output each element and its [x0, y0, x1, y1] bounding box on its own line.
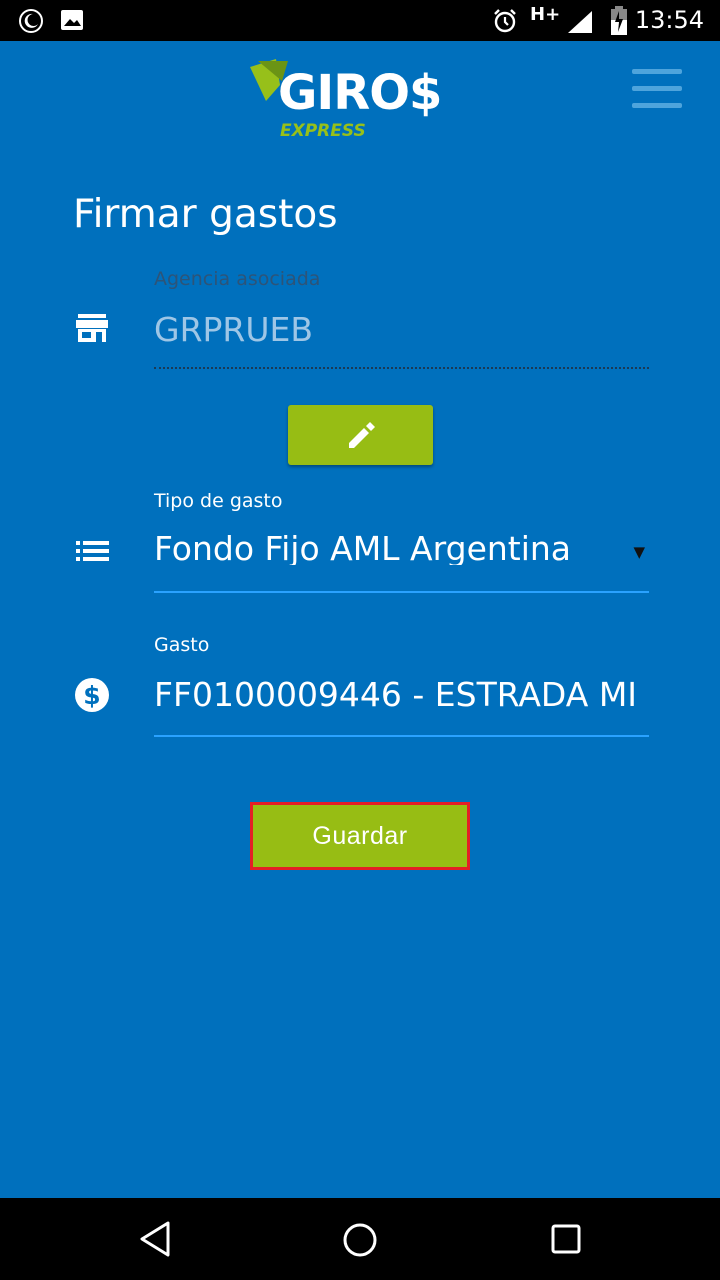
navigation-bar	[0, 1198, 720, 1280]
image-icon	[60, 9, 84, 35]
back-icon[interactable]	[138, 1220, 172, 1262]
agency-value: GRPRUEB	[154, 313, 313, 346]
agency-field: Agencia asociada GRPRUEB	[154, 268, 649, 370]
edit-agency-button[interactable]	[288, 405, 433, 465]
agency-label: Agencia asociada	[154, 268, 321, 290]
save-button-label: Guardar	[312, 822, 408, 850]
home-icon[interactable]	[342, 1222, 378, 1262]
expense-underline	[154, 735, 649, 737]
app-header: GIRO$ EXPRESS	[0, 41, 720, 151]
signal-icon	[567, 10, 593, 38]
dollar-icon: $	[74, 677, 110, 717]
app-logo: GIRO$ EXPRESS	[246, 59, 446, 143]
chevron-down-icon: ▼	[633, 543, 645, 561]
battery-icon	[610, 6, 628, 40]
list-icon	[76, 538, 110, 568]
expense-type-select[interactable]: Tipo de gasto Fondo Fijo AML Argentina ▼	[154, 490, 649, 594]
alarm-icon	[492, 8, 518, 38]
logo-text: GIRO$	[278, 65, 442, 121]
expense-type-underline	[154, 591, 649, 593]
pencil-icon	[349, 422, 375, 448]
moon-icon	[18, 8, 44, 38]
save-button[interactable]: Guardar	[250, 802, 470, 870]
page-title: Firmar gastos	[73, 192, 338, 237]
expense-select[interactable]: Gasto FF0100009446 - ESTRADA MI	[154, 634, 649, 738]
logo-subtext: EXPRESS	[280, 121, 366, 141]
expense-value: FF0100009446 - ESTRADA MI	[154, 678, 638, 711]
network-type: H+	[530, 4, 561, 25]
store-icon	[74, 312, 110, 348]
status-bar: H+ 13:54	[0, 0, 720, 41]
expense-type-label: Tipo de gasto	[154, 490, 283, 512]
expense-type-value: Fondo Fijo AML Argentina	[154, 532, 572, 565]
svg-text:$: $	[83, 681, 100, 710]
hamburger-menu-icon[interactable]	[630, 69, 684, 113]
expense-label: Gasto	[154, 634, 210, 656]
recents-icon[interactable]	[551, 1224, 581, 1258]
agency-underline	[154, 367, 649, 369]
status-time: 13:54	[634, 6, 704, 34]
